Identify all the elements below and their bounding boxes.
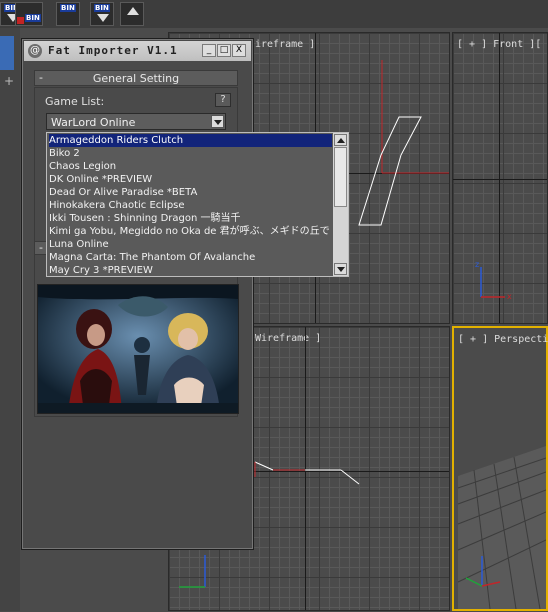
fat-importer-window: @ Fat Importer V1.1 _ □ X - General Sett… (21, 38, 254, 550)
scroll-up-icon[interactable] (334, 134, 347, 146)
perspective-grid (457, 446, 546, 609)
scroll-thumb[interactable] (334, 147, 347, 207)
axis-gizmo-icon (179, 555, 206, 588)
dropdown-scrollbar[interactable] (333, 133, 348, 276)
down-arrow-icon (97, 14, 109, 22)
game-list-dropdown[interactable]: Armageddon Riders Clutch Biko 2 Chaos Le… (46, 132, 349, 277)
axis-gizmo-icon: x z (475, 260, 512, 301)
title-bar[interactable]: @ Fat Importer V1.1 _ □ X (24, 41, 251, 61)
up-arrow-icon (127, 7, 139, 15)
collapse-icon[interactable]: - (39, 241, 43, 254)
export-bin-icon[interactable]: BIN (15, 2, 43, 26)
window-title: Fat Importer V1.1 (48, 44, 178, 57)
list-item[interactable]: Dead Or Alive Paradise *BETA (49, 186, 197, 199)
list-item[interactable]: Luna Online (49, 238, 109, 251)
list-item[interactable]: Chaos Legion (49, 160, 116, 173)
list-item[interactable]: Kimi ga Yobu, Megiddo no Oka de 君が呼ぶ、メギド… (49, 225, 330, 238)
minimize-button[interactable]: _ (202, 44, 216, 57)
close-button[interactable]: X (232, 44, 246, 57)
command-strip: + (0, 28, 20, 611)
list-item[interactable]: May Cry 3 *PREVIEW (49, 264, 153, 276)
grid-axis (453, 179, 547, 180)
bin-label: BIN (25, 14, 41, 22)
list-item[interactable]: Hinokakera Chaotic Eclipse (49, 199, 185, 212)
list-item[interactable]: Ikki Tousen : Shinning Dragon 一騎当千 (49, 212, 240, 225)
list-item[interactable]: Biko 2 (49, 147, 80, 160)
list-item[interactable]: Magna Carta: The Phantom Of Avalanche (49, 251, 255, 264)
bin-export-icon[interactable] (120, 2, 144, 26)
bin-file-icon[interactable]: BIN (56, 2, 80, 26)
game-art-illustration (38, 285, 238, 413)
game-list-select[interactable]: WarLord Online (46, 113, 226, 130)
list-item[interactable]: Armageddon Riders Clutch (49, 134, 332, 147)
red-badge-icon (17, 17, 24, 24)
general-setting-rollout-header[interactable]: - General Setting (34, 70, 238, 86)
viewport-front[interactable]: [ + ] Front ][ x z (452, 32, 548, 324)
scroll-down-icon[interactable] (334, 263, 347, 275)
bin-label: BIN (94, 4, 110, 12)
viewport-perspective[interactable]: [ + ] Perspective (452, 326, 548, 611)
bin-import-icon[interactable]: BIN (90, 2, 114, 26)
list-item[interactable]: DK Online *PREVIEW (49, 173, 152, 186)
active-tool-indicator[interactable] (0, 36, 14, 70)
game-preview-image (37, 284, 239, 414)
app-logo-icon: @ (28, 44, 42, 58)
game-list-label: Game List: (45, 95, 105, 108)
help-button[interactable]: ? (215, 93, 231, 107)
main-toolbar: BIN BIN BIN BIN (0, 0, 548, 28)
svg-text:x: x (507, 292, 512, 301)
rollout-title: General Setting (92, 72, 180, 85)
bin-label: BIN (60, 4, 76, 12)
maximize-button[interactable]: □ (217, 44, 231, 57)
selected-game: WarLord Online (51, 116, 136, 129)
svg-text:z: z (475, 260, 479, 269)
chevron-down-icon[interactable] (211, 115, 224, 128)
plus-icon[interactable]: + (4, 74, 14, 88)
